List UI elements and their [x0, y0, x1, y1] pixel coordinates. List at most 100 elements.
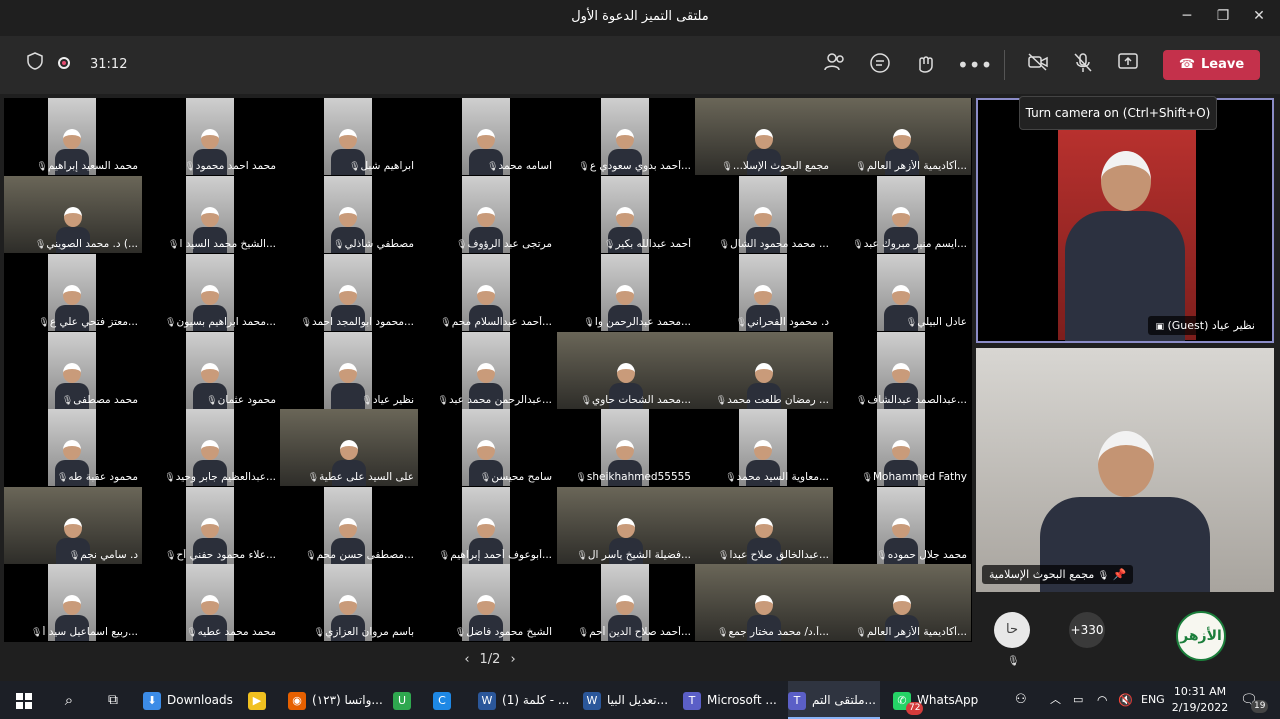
next-page-icon[interactable]: › [510, 652, 515, 667]
people-icon[interactable]: ⚇ [1015, 681, 1027, 719]
share-screen-icon[interactable] [1115, 52, 1141, 78]
participant-name: محمد محمد عطيه🎙 [146, 626, 276, 638]
participant-tile[interactable]: ابراهيم شبل🎙 [280, 98, 418, 175]
participant-tile[interactable]: ...محمد الشحات حاوي🎙 [557, 332, 695, 409]
leave-button[interactable]: ☎ Leave [1163, 50, 1260, 80]
minimize-button[interactable]: ─ [1177, 8, 1197, 24]
camera-off-icon[interactable] [1025, 52, 1051, 78]
participant-tile[interactable]: ...فضيلة الشيخ ياسر ال🎙 [557, 487, 695, 564]
mic-muted-icon: 🎙 [577, 628, 590, 638]
participant-tile[interactable]: سامح محيسن🎙 [418, 409, 556, 486]
taskbar-app-3[interactable]: U [393, 681, 419, 719]
mic-muted-icon: 🎙 [578, 162, 590, 172]
participant-name-text: على السيد على عطية [319, 471, 414, 483]
participant-tile[interactable]: ...معتز فتحي علي ع🎙 [4, 254, 142, 331]
participant-tile[interactable]: ...ربيع اسماعيل سيد أ🎙 [4, 564, 142, 641]
participant-tile[interactable]: مرتجى عبد الرؤوف🎙 [418, 176, 556, 253]
taskbar-app-5[interactable]: W كلمة (1) - ... [478, 681, 570, 719]
participant-tile[interactable]: ...عبدالخالق صلاح عبدا🎙 [695, 487, 833, 564]
mic-muted-icon: 🎙 [861, 473, 873, 483]
participant-tile[interactable]: د. محمود الفحراني🎙 [695, 254, 833, 331]
search-icon[interactable]: ⌕ [58, 681, 80, 719]
participant-tile[interactable]: اسامه محمد🎙 [418, 98, 556, 175]
participant-tile[interactable]: ... محمد محمود الشال🎙 [695, 176, 833, 253]
participant-tile[interactable]: محمد محمد عطيه🎙 [142, 564, 280, 641]
participant-tile[interactable]: ...الشيخ محمد السيد ا🎙 [142, 176, 280, 253]
participant-tile[interactable]: ...عبدالعظيم جابر وحيد🎙 [142, 409, 280, 486]
participants-icon[interactable] [822, 52, 848, 78]
participant-tile[interactable]: ...معاوية السيد محمد🎙 [695, 409, 833, 486]
participant-tile[interactable]: Mohammed Fathy🎙 [833, 409, 971, 486]
spotlight-tile-second[interactable]: 📌 🎙 مجمع البحوث الإسلامية [976, 348, 1274, 592]
volume-muted-icon[interactable]: 🔇 [1118, 681, 1133, 719]
participant-tile[interactable]: ...أكاديمية الأزهر العالم🎙 [833, 98, 971, 175]
participant-tile[interactable]: ... رمضان طلعت محمد🎙 [695, 332, 833, 409]
participant-tile[interactable]: مصطفي شاذلي🎙 [280, 176, 418, 253]
participant-name: ...أحمد صلاح الدين أحم🎙 [561, 626, 691, 638]
more-options-icon[interactable]: ••• [957, 52, 992, 78]
chat-icon[interactable] [867, 52, 893, 78]
participant-tile[interactable]: نظير عياد🎙 [280, 332, 418, 409]
participant-tile[interactable]: ...أبوعوف أحمد إبراهيم🎙 [418, 487, 556, 564]
taskbar-app-9[interactable]: ✆ WhatsApp [893, 681, 985, 719]
participant-tile[interactable]: ...أحمد بدوي سعودي ع🎙 [557, 98, 695, 175]
participant-video [1065, 141, 1185, 341]
taskbar-app-4[interactable]: C [433, 681, 459, 719]
participant-tile[interactable]: على السيد على عطية🎙 [280, 409, 418, 486]
participant-tile[interactable]: ...ايسم منير مبروك عبد🎙 [833, 176, 971, 253]
screen-share-icon: ▣ [1155, 322, 1164, 332]
taskbar-app-6[interactable]: W تعديل البيا... [583, 681, 675, 719]
taskbar-app-8[interactable]: T ملتقى التم... [788, 681, 880, 719]
participant-tile[interactable]: ...أحمد صلاح الدين أحم🎙 [557, 564, 695, 641]
participant-tile[interactable]: محمد احمد محمود🎙 [142, 98, 280, 175]
taskbar-app-0[interactable]: ⬇ Downloads [143, 681, 235, 719]
taskbar-app-7[interactable]: T Microsoft ... [683, 681, 777, 719]
participant-tile[interactable]: مجمع البحوث الإسلا...🎙 [695, 98, 833, 175]
participant-tile[interactable]: sheikhahmed55555🎙 [557, 409, 695, 486]
participant-tile[interactable]: باسم مروان العزازي🎙 [280, 564, 418, 641]
taskbar-app-1[interactable]: ▶ [248, 681, 274, 719]
participant-tile[interactable]: الشيخ محمود فاضل🎙 [418, 564, 556, 641]
prev-page-icon[interactable]: ‹ [464, 652, 469, 667]
participant-tile[interactable]: أحمد عبدالله بكير🎙 [557, 176, 695, 253]
participant-tile[interactable]: د. سامي نجم🎙 [4, 487, 142, 564]
participant-tile[interactable]: محمود عثمان🎙 [142, 332, 280, 409]
participant-tile[interactable]: ...أحمد عبدالسلام محم🎙 [418, 254, 556, 331]
task-view-icon[interactable]: ⧉ [102, 681, 124, 719]
shield-icon[interactable] [22, 52, 48, 78]
participant-tile[interactable]: ...أكاديمية الأزهر العالم🎙 [833, 564, 971, 641]
participant-tile[interactable]: ...محمد ابراهيم بسيون🎙 [142, 254, 280, 331]
windows-start-icon[interactable] [12, 681, 36, 719]
spotlight-tile-main[interactable]: نظير عياد (Guest) ▣ [976, 98, 1274, 343]
participant-tile[interactable]: ...محمود ابوالمجد احمد🎙 [280, 254, 418, 331]
participant-name-text: ...فضيلة الشيخ ياسر ال [587, 549, 691, 561]
participant-tile[interactable]: محمد السعيد إبراهيم🎙 [4, 98, 142, 175]
participant-tile[interactable]: ...عبدالصمد عبدالشاف🎙 [833, 332, 971, 409]
mic-off-icon[interactable] [1070, 52, 1096, 78]
mic-muted-icon: 🎙 [715, 396, 728, 406]
language-indicator[interactable]: ENG [1141, 681, 1165, 719]
wifi-icon[interactable]: ◠ [1097, 681, 1107, 719]
participant-name-text: ابراهيم شبل [360, 160, 415, 172]
participant-tile[interactable]: محمد جلال حموده🎙 [833, 487, 971, 564]
mic-muted-icon: 🎙 [437, 396, 449, 406]
reactions-icon[interactable] [912, 52, 938, 78]
participant-tile[interactable]: محمود عقبة طه🎙 [4, 409, 142, 486]
participant-avatar[interactable]: حا [994, 612, 1030, 648]
maximize-button[interactable]: ❐ [1213, 8, 1233, 24]
participant-tile[interactable]: ...مصطفى حسن محم🎙 [280, 487, 418, 564]
participant-name: ...عبدالصمد عبدالشاف🎙 [837, 394, 967, 406]
participant-tile[interactable]: عادل البيلي🎙 [833, 254, 971, 331]
participant-tile[interactable]: ...) د. محمد الصويني🎙 [4, 176, 142, 253]
participant-tile[interactable]: ...عبدالرحمن محمد عبد🎙 [418, 332, 556, 409]
participant-tile[interactable]: ...محمد عبدالرحمن وا🎙 [557, 254, 695, 331]
tray-chevron-icon[interactable]: ︿ [1050, 681, 1061, 719]
close-window-button[interactable]: ✕ [1249, 8, 1269, 24]
participant-tile[interactable]: محمد مصطفى🎙 [4, 332, 142, 409]
battery-icon[interactable]: ▭ [1073, 681, 1083, 719]
participant-tile[interactable]: ...أ.د/ محمد مختار جمع🎙 [695, 564, 833, 641]
system-clock[interactable]: 10:31 AM 2/19/2022 [1170, 684, 1230, 716]
participant-tile[interactable]: ...علاء محمود حفني أح🎙 [142, 487, 280, 564]
taskbar-app-2[interactable]: ◉ واتسا (١٢٣)... [288, 681, 383, 719]
more-participants-count[interactable]: +330 [1069, 612, 1105, 648]
